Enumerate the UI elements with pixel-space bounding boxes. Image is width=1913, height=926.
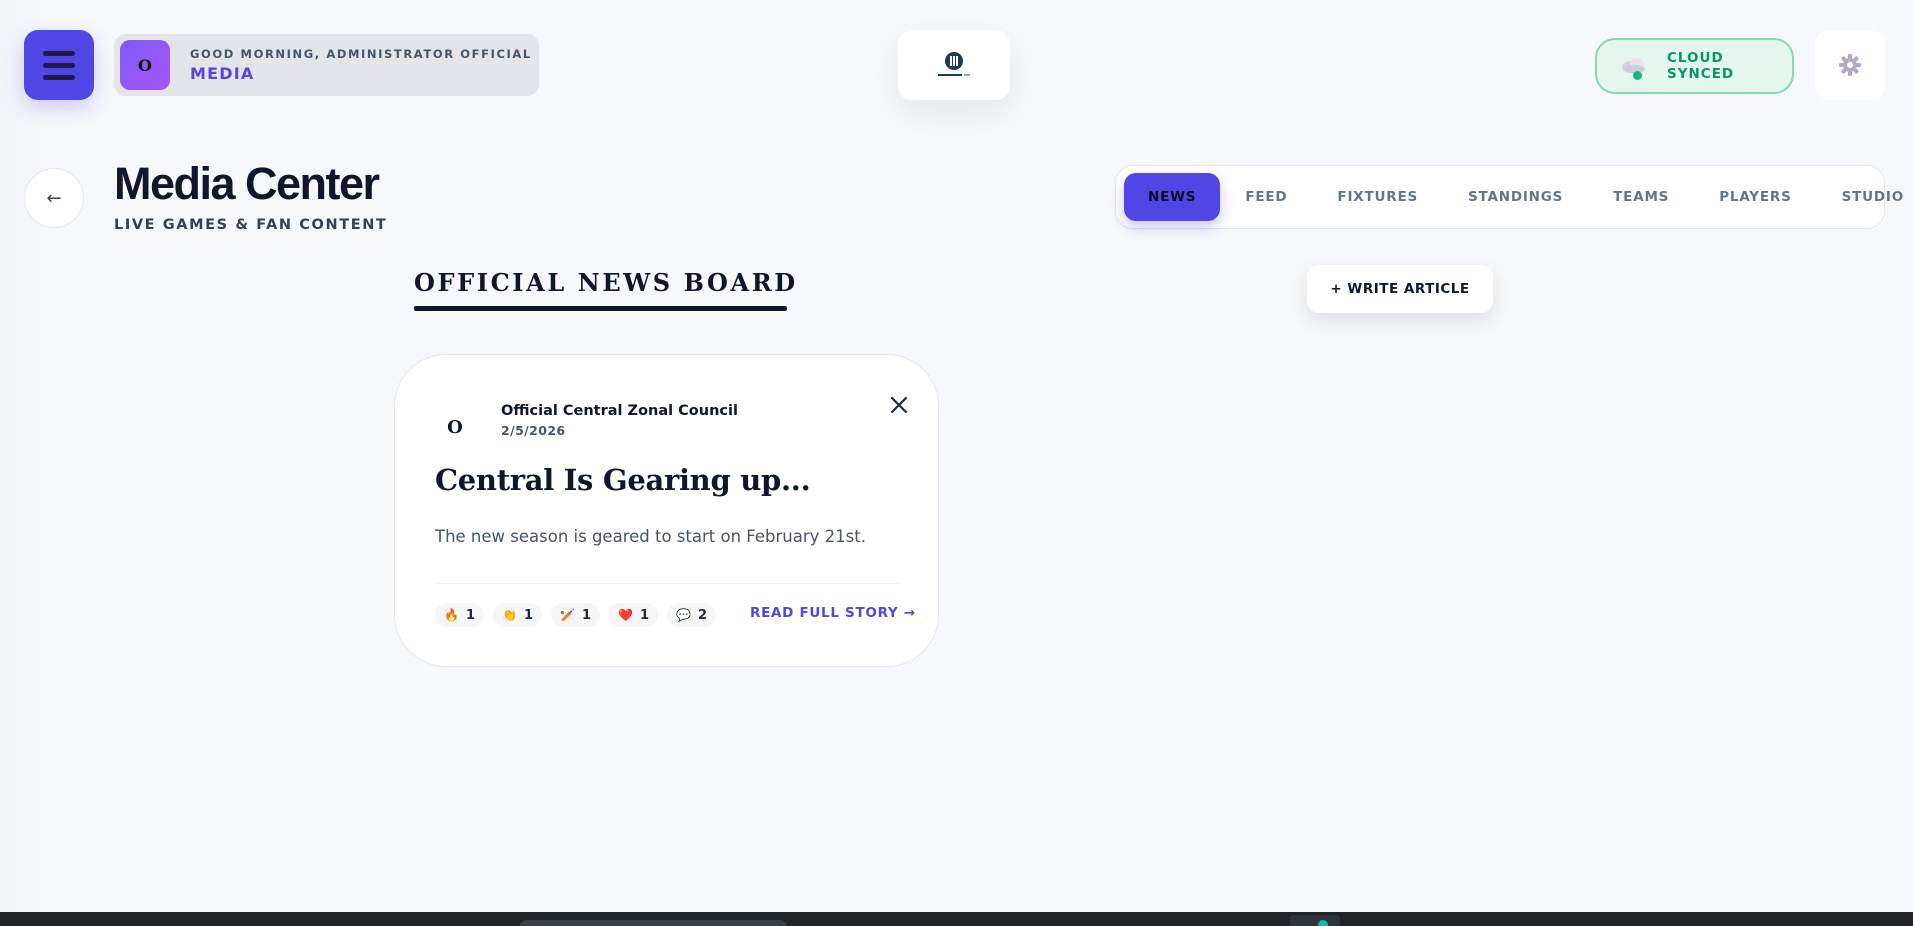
hamburger-icon: [43, 50, 75, 56]
reaction-count: 2: [697, 607, 707, 623]
divider: [435, 583, 900, 584]
author-name: Official Central Zonal Council: [501, 403, 738, 419]
news-board-title: OFFICIAL NEWS BOARD: [414, 268, 798, 297]
cricket-reaction[interactable]: 🏏 1: [551, 603, 600, 627]
comment-icon: 💬: [676, 608, 691, 622]
delete-article-button[interactable]: [887, 393, 911, 417]
write-article-button[interactable]: + WRITE ARTICLE: [1307, 265, 1493, 313]
author-avatar: O: [447, 416, 463, 438]
sync-indicator-dot: [1633, 71, 1642, 80]
cricket-bat-icon: 🏏: [560, 608, 575, 622]
menu-button[interactable]: [24, 30, 94, 100]
league-logo[interactable]: [898, 30, 1010, 100]
page-edge: [0, 0, 50, 912]
heart-icon: ❤️: [618, 608, 633, 622]
tab-teams[interactable]: TEAMS: [1588, 173, 1694, 221]
post-date: 2/5/2026: [501, 423, 566, 438]
page-title: Media Center: [114, 158, 380, 209]
back-button[interactable]: ←: [24, 168, 84, 228]
reaction-count: 1: [523, 607, 533, 623]
heart-reaction[interactable]: ❤️ 1: [609, 603, 658, 627]
article-title[interactable]: Central Is Gearing up...: [435, 463, 811, 497]
article-excerpt: The new season is geared to start on Feb…: [435, 527, 866, 546]
clap-icon: 👏: [502, 608, 517, 622]
sync-status-badge[interactable]: CLOUD SYNCED: [1595, 38, 1794, 94]
user-greeting-card[interactable]: O GOOD MORNING, ADMINISTRATOR OFFICIAL M…: [114, 34, 539, 96]
close-icon: [890, 396, 908, 414]
section-tabs: NEWS FEED FIXTURES STANDINGS TEAMS PLAYE…: [1115, 165, 1903, 229]
reaction-count: 1: [465, 607, 475, 623]
fire-icon: 🔥: [444, 608, 459, 622]
article-card[interactable]: O Official Central Zonal Council 2/5/202…: [394, 354, 939, 667]
tab-players[interactable]: PLAYERS: [1694, 173, 1816, 221]
comment-reaction[interactable]: 💬 2: [667, 603, 716, 627]
tab-standings[interactable]: STANDINGS: [1443, 173, 1588, 221]
league-logo-icon: [938, 52, 970, 76]
tab-fixtures[interactable]: FIXTURES: [1312, 173, 1443, 221]
reaction-count: 1: [639, 607, 649, 623]
title-underline: [414, 306, 787, 311]
sync-status-label: CLOUD SYNCED: [1667, 50, 1735, 82]
greeting-text: GOOD MORNING, ADMINISTRATOR OFFICIAL: [190, 47, 532, 61]
clap-reaction[interactable]: 👏 1: [493, 603, 542, 627]
taskbar-app[interactable]: [1290, 915, 1340, 926]
taskbar-search[interactable]: [520, 920, 786, 926]
fire-reaction[interactable]: 🔥 1: [435, 603, 484, 627]
user-role: MEDIA: [190, 64, 255, 83]
os-taskbar: [0, 912, 1913, 926]
cloud-icon: [1619, 55, 1649, 80]
gear-icon: [1839, 54, 1861, 76]
page-subtitle: LIVE GAMES & FAN CONTENT: [114, 217, 388, 233]
avatar: O: [120, 40, 170, 90]
tab-studio[interactable]: STUDIO: [1817, 173, 1913, 221]
tab-news[interactable]: NEWS: [1124, 173, 1221, 221]
top-header: O GOOD MORNING, ADMINISTRATOR OFFICIAL M…: [0, 0, 1913, 120]
taskbar-app-icon: [1318, 920, 1328, 926]
reaction-bar: 🔥 1 👏 1 🏏 1 ❤️ 1 💬 2: [435, 603, 716, 627]
reaction-count: 1: [581, 607, 591, 623]
read-full-story-link[interactable]: READ FULL STORY →: [750, 605, 916, 621]
tab-feed[interactable]: FEED: [1220, 173, 1312, 221]
settings-button[interactable]: [1815, 30, 1885, 100]
